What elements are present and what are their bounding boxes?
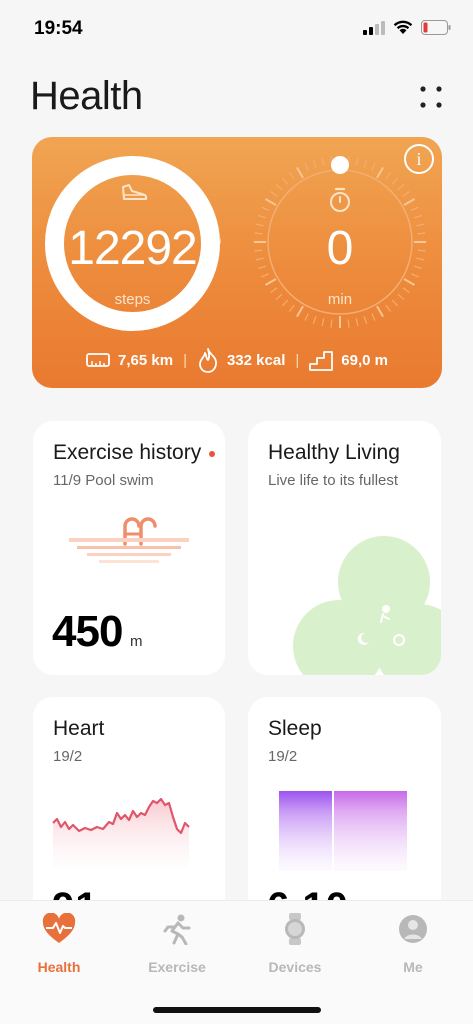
activity-metrics: 7,65 km | 332 kcal | 69,0 m — [32, 347, 442, 373]
card-title: Sleep — [268, 717, 322, 740]
ruler-icon — [86, 353, 110, 367]
battery-icon — [421, 20, 451, 35]
distance-value: 7,65 km — [118, 351, 174, 369]
tab-me[interactable]: Me — [354, 913, 472, 975]
page-title: Health — [30, 74, 143, 118]
tab-label: Devices — [268, 959, 322, 975]
climb-value: 69,0 m — [341, 351, 388, 369]
card-subtitle: 19/2 — [53, 748, 83, 765]
healthy-living-illustration — [293, 536, 441, 675]
flame-icon — [199, 348, 217, 373]
running-icon — [163, 914, 191, 945]
heart-pulse-icon — [42, 913, 76, 943]
minutes-unit: min — [327, 291, 353, 308]
card-subtitle: 19/2 — [268, 748, 298, 765]
card-title: Exercise history — [53, 441, 202, 464]
card-title: Healthy Living — [268, 441, 400, 464]
swim-distance-value: 450 — [52, 607, 123, 656]
distance-metric: 7,65 km — [86, 352, 173, 369]
metric-separator: | — [183, 351, 187, 369]
home-indicator[interactable] — [153, 1007, 321, 1013]
steps-value: 12292 — [68, 222, 197, 275]
card-subtitle: 11/9 Pool swim — [53, 472, 154, 489]
metric-separator: | — [295, 351, 300, 369]
notification-dot — [209, 451, 215, 457]
calories-metric: 332 kcal — [197, 347, 285, 373]
card-subtitle: Live life to its fullest — [268, 472, 399, 489]
minutes-value: 0 — [326, 222, 354, 275]
tab-devices[interactable]: Devices — [236, 913, 354, 975]
watch-icon — [285, 913, 305, 945]
activity-summary-card[interactable]: i 12292 steps 0 min 7,65 km | 332 kcal |… — [32, 137, 442, 388]
shoe-icon — [122, 184, 148, 200]
tab-exercise[interactable]: Exercise — [118, 913, 236, 975]
climb-metric: 69,0 m — [309, 349, 388, 371]
status-time: 19:54 — [34, 18, 83, 39]
sleep-chart — [279, 791, 407, 871]
pool-icon — [69, 517, 189, 563]
status-bar: 19:54 — [0, 0, 473, 58]
calories-value: 332 kcal — [226, 351, 286, 369]
stopwatch-icon — [330, 187, 350, 212]
heart-rate-sparkline — [52, 797, 190, 867]
tab-label: Exercise — [148, 959, 206, 975]
card-title: Heart — [53, 717, 105, 740]
tab-label: Health — [37, 959, 81, 975]
status-icons — [363, 20, 451, 35]
tab-label: Me — [403, 959, 423, 975]
exercise-history-card[interactable]: Exercise history 11/9 Pool swim 450 m — [33, 421, 225, 675]
more-options-button[interactable] — [418, 84, 444, 110]
avatar-icon — [399, 915, 427, 943]
stairs-icon — [309, 351, 334, 371]
bottom-tab-bar: Health Exercise Devices Me — [0, 900, 473, 1024]
swim-distance-unit: m — [130, 633, 143, 650]
wifi-icon — [393, 20, 413, 34]
signal-icon — [363, 20, 385, 35]
tab-health[interactable]: Health — [0, 913, 118, 975]
healthy-living-card[interactable]: Healthy Living Live life to its fullest — [248, 421, 441, 675]
steps-unit: steps — [114, 291, 151, 308]
